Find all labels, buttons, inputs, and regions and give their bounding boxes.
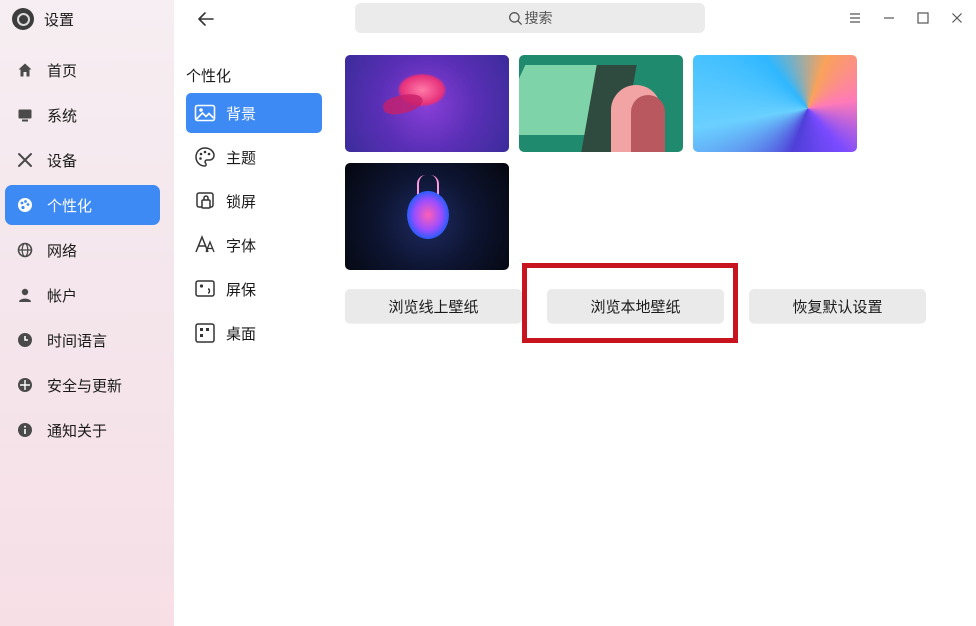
- sidebar-item-label: 系统: [47, 106, 78, 125]
- sidebar-item-system[interactable]: 系统: [5, 95, 160, 135]
- subnav-item-screensaver[interactable]: 屏保: [186, 269, 322, 309]
- sidebar-item-network[interactable]: 网络: [5, 230, 160, 270]
- clock-icon: [17, 332, 33, 348]
- image-icon: [194, 102, 216, 124]
- minimize-icon: [884, 17, 894, 19]
- subnav-item-label: 屏保: [226, 280, 257, 299]
- back-button[interactable]: [194, 8, 218, 30]
- sidebar-item-label: 个性化: [47, 196, 93, 215]
- minimize-button[interactable]: [878, 8, 900, 28]
- browse-online-wallpaper-button[interactable]: 浏览线上壁纸: [345, 289, 522, 323]
- sidebar-item-label: 网络: [47, 241, 78, 260]
- app-title: 设置: [44, 10, 75, 29]
- monitor-icon: [17, 107, 33, 123]
- tools-icon: [17, 152, 33, 168]
- subnav-item-label: 桌面: [226, 324, 257, 343]
- maximize-icon: [917, 12, 929, 24]
- sidebar-item-label: 设备: [47, 151, 78, 170]
- sidebar-item-security-update[interactable]: 安全与更新: [5, 365, 160, 405]
- wallpaper-art: [631, 95, 665, 152]
- subnav-item-label: 锁屏: [226, 192, 257, 211]
- hamburger-icon: [850, 13, 860, 23]
- subnav-item-theme[interactable]: 主题: [186, 137, 322, 177]
- home-icon: [17, 62, 33, 78]
- wallpaper-thumbnail[interactable]: [693, 55, 857, 152]
- sidebar-item-label: 通知关于: [47, 421, 108, 440]
- search-input[interactable]: 搜索: [355, 3, 705, 33]
- wallpaper-thumbnail[interactable]: [345, 55, 509, 152]
- subnav-item-label: 背景: [226, 104, 257, 123]
- sidebar-item-label: 安全与更新: [47, 376, 123, 395]
- sidebar-item-home[interactable]: 首页: [5, 50, 160, 90]
- wallpaper-art: [407, 191, 449, 239]
- window-controls: [844, 8, 968, 28]
- search-placeholder: 搜索: [524, 11, 553, 27]
- wallpaper-thumbnail[interactable]: [345, 163, 509, 270]
- sidebar-item-label: 首页: [47, 61, 78, 80]
- sidebar: 设置 首页 系统 设备 个性化 网络 帐户 时间语言 安全与更新 通知关于: [0, 0, 174, 626]
- screensaver-icon: [194, 278, 216, 300]
- maximize-button[interactable]: [912, 8, 934, 28]
- close-icon: [952, 13, 962, 23]
- lockscreen-icon: [194, 190, 216, 212]
- restore-defaults-button[interactable]: 恢复默认设置: [749, 289, 926, 323]
- user-icon: [17, 287, 33, 303]
- sidebar-item-time-language[interactable]: 时间语言: [5, 320, 160, 360]
- wallpaper-thumbnail[interactable]: [519, 55, 683, 152]
- close-button[interactable]: [946, 8, 968, 28]
- app-title-bar: 设置: [12, 6, 74, 32]
- palette-icon: [17, 197, 33, 213]
- subnav-item-desktop[interactable]: 桌面: [186, 313, 322, 353]
- globe-icon: [17, 242, 33, 258]
- arrow-left-icon: [198, 12, 214, 26]
- wallpaper-art: [381, 90, 425, 118]
- info-icon: [17, 422, 33, 438]
- personalization-subnav: 背景 主题 锁屏 字体 屏保 桌面: [186, 93, 322, 357]
- subnav-item-label: 主题: [226, 148, 257, 167]
- menu-button[interactable]: [844, 8, 866, 28]
- sidebar-item-notifications-about[interactable]: 通知关于: [5, 410, 160, 450]
- search-icon: [508, 11, 523, 26]
- desktop-grid-icon: [194, 322, 216, 344]
- section-title: 个性化: [186, 67, 232, 85]
- sidebar-item-devices[interactable]: 设备: [5, 140, 160, 180]
- sidebar-item-label: 时间语言: [47, 331, 108, 350]
- font-icon: [194, 234, 216, 256]
- shield-icon: [17, 377, 33, 393]
- sidebar-nav: 首页 系统 设备 个性化 网络 帐户 时间语言 安全与更新 通知关于: [5, 50, 160, 455]
- gear-icon: [12, 8, 34, 30]
- sidebar-item-label: 帐户: [47, 286, 78, 305]
- subnav-item-background[interactable]: 背景: [186, 93, 322, 133]
- sidebar-item-personalization[interactable]: 个性化: [5, 185, 160, 225]
- subnav-item-label: 字体: [226, 236, 257, 255]
- subnav-item-lockscreen[interactable]: 锁屏: [186, 181, 322, 221]
- browse-local-wallpaper-button[interactable]: 浏览本地壁纸: [547, 289, 724, 323]
- subnav-item-font[interactable]: 字体: [186, 225, 322, 265]
- sidebar-item-accounts[interactable]: 帐户: [5, 275, 160, 315]
- theme-palette-icon: [194, 146, 216, 168]
